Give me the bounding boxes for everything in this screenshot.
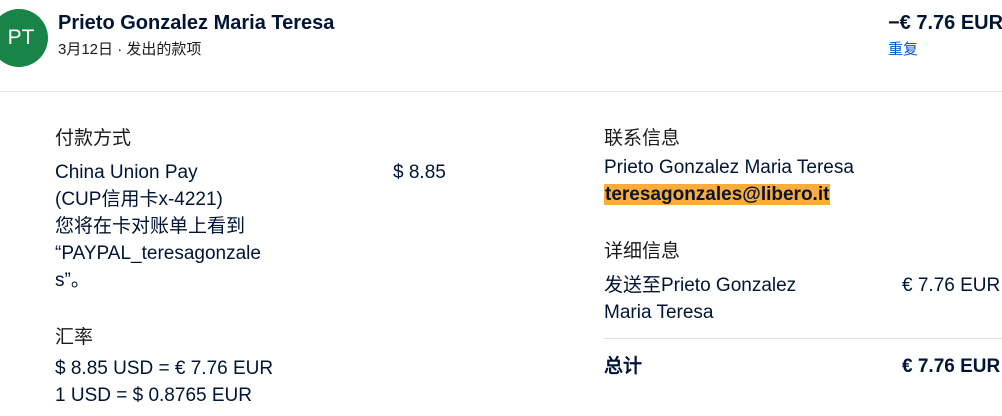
counterparty-name: Prieto Gonzalez Maria Teresa: [58, 12, 335, 34]
repeat-link[interactable]: 重复: [888, 38, 918, 59]
payment-method-line: China Union Pay: [55, 162, 198, 183]
exchange-rate-line: 1 USD = $ 0.8765 EUR: [55, 385, 252, 406]
payment-method-line: (CUP信用卡x-4221): [55, 189, 223, 210]
total-amount: € 7.76 EUR: [902, 356, 1001, 377]
total-divider: [604, 338, 1002, 339]
transaction-amount: −€ 7.76 EUR: [888, 12, 1002, 34]
details-recipient: 发送至Prieto Gonzalez Maria Teresa: [604, 272, 796, 326]
contact-name: Prieto Gonzalez Maria Teresa: [604, 157, 854, 178]
payment-amount: $ 8.85: [393, 162, 446, 183]
details-amount: € 7.76 EUR: [902, 275, 1001, 296]
exchange-rate-line: $ 8.85 USD = € 7.76 EUR: [55, 358, 274, 379]
avatar: PT: [0, 9, 48, 67]
header-divider: [0, 91, 1002, 92]
transaction-subtitle: 3月12日 · 发出的款项: [58, 41, 202, 58]
details-recipient-line: 发送至Prieto Gonzalez: [604, 275, 797, 296]
payment-method-line: 您将在卡对账单上看到: [55, 216, 246, 237]
exchange-rate-title: 汇率: [55, 327, 94, 348]
contact-info-title: 联系信息: [604, 128, 681, 149]
payment-method-details: China Union Pay (CUP信用卡x-4221) 您将在卡对账单上看…: [55, 159, 261, 294]
payment-method-line: “PAYPAL_teresagonzale: [55, 243, 261, 264]
contact-email-text[interactable]: teresagonzales@libero.it: [604, 184, 831, 205]
payment-method-line: s”。: [55, 270, 90, 291]
contact-email[interactable]: teresagonzales@libero.it: [604, 181, 831, 208]
payment-method-title: 付款方式: [55, 128, 132, 149]
details-recipient-line: Maria Teresa: [604, 302, 714, 323]
details-title: 详细信息: [604, 241, 681, 262]
total-label: 总计: [604, 356, 643, 377]
